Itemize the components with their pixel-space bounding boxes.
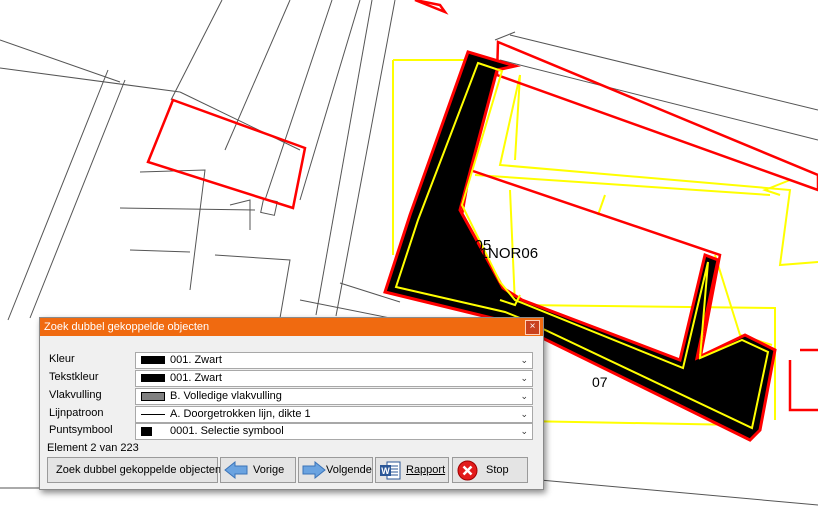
word-document-icon: W bbox=[380, 461, 401, 480]
arrow-right-icon bbox=[302, 461, 326, 479]
symbol-swatch bbox=[141, 427, 152, 436]
puntsymbool-value: 0001. Selectie symbool bbox=[170, 425, 284, 437]
previous-button[interactable]: Vorige bbox=[220, 457, 296, 483]
field-label-vlakvulling: Vlakvulling bbox=[49, 389, 102, 401]
chevron-down-icon: ⌄ bbox=[520, 391, 528, 401]
arrow-left-icon bbox=[224, 461, 248, 479]
field-label-lijnpatroon: Lijnpatroon bbox=[49, 407, 104, 419]
next-button[interactable]: Volgende bbox=[298, 457, 373, 483]
tekstkleur-value: 001. Zwart bbox=[170, 372, 222, 384]
field-label-kleur: Kleur bbox=[49, 353, 75, 365]
field-row-lijnpatroon: Lijnpatroon A. Doorgetrokken lijn, dikte… bbox=[49, 406, 533, 423]
search-duplicate-dialog: Zoek dubbel gekoppelde objecten × Kleur … bbox=[39, 317, 544, 490]
fill-swatch bbox=[141, 392, 165, 401]
chevron-down-icon: ⌄ bbox=[520, 355, 528, 365]
lijnpatroon-select[interactable]: A. Doorgetrokken lijn, dikte 1 ⌄ bbox=[135, 406, 533, 423]
status-text: Element 2 van 223 bbox=[47, 442, 139, 454]
next-label: Volgende bbox=[326, 464, 372, 476]
chevron-down-icon: ⌄ bbox=[520, 373, 528, 383]
report-button[interactable]: W Rapport bbox=[375, 457, 449, 483]
kleur-select[interactable]: 001. Zwart ⌄ bbox=[135, 352, 533, 369]
lijnpatroon-value: A. Doorgetrokken lijn, dikte 1 bbox=[170, 408, 311, 420]
chevron-down-icon: ⌄ bbox=[520, 426, 528, 436]
field-row-tekstkleur: Tekstkleur 001. Zwart ⌄ bbox=[49, 370, 533, 387]
map-label-07: 07 bbox=[592, 374, 608, 390]
puntsymbool-select[interactable]: 0001. Selectie symbool ⌄ bbox=[135, 423, 533, 440]
tekstkleur-select[interactable]: 001. Zwart ⌄ bbox=[135, 370, 533, 387]
map-label-701nor06: 701NOR06 bbox=[463, 245, 539, 262]
close-button[interactable]: × bbox=[525, 320, 540, 335]
vlakvulling-select[interactable]: B. Volledige vlakvulling ⌄ bbox=[135, 388, 533, 405]
vlakvulling-value: B. Volledige vlakvulling bbox=[170, 390, 282, 402]
stop-button[interactable]: Stop bbox=[452, 457, 528, 483]
stop-icon bbox=[457, 460, 478, 481]
kleur-value: 001. Zwart bbox=[170, 354, 222, 366]
dialog-title: Zoek dubbel gekoppelde objecten bbox=[44, 321, 210, 333]
field-row-kleur: Kleur 001. Zwart ⌄ bbox=[49, 352, 533, 369]
line-swatch bbox=[141, 414, 165, 415]
color-swatch bbox=[141, 356, 165, 364]
field-label-puntsymbool: Puntsymbool bbox=[49, 424, 113, 436]
dialog-titlebar[interactable]: Zoek dubbel gekoppelde objecten × bbox=[40, 318, 543, 336]
report-label: Rapport bbox=[406, 464, 446, 476]
field-row-vlakvulling: Vlakvulling B. Volledige vlakvulling ⌄ bbox=[49, 388, 533, 405]
search-duplicates-label: Zoek dubbel gekoppelde objecten bbox=[56, 464, 222, 476]
search-duplicates-button[interactable]: Zoek dubbel gekoppelde objecten bbox=[47, 457, 222, 483]
field-label-tekstkleur: Tekstkleur bbox=[49, 371, 99, 383]
field-row-puntsymbool: Puntsymbool 0001. Selectie symbool ⌄ bbox=[49, 423, 533, 440]
svg-text:W: W bbox=[381, 466, 390, 476]
previous-label: Vorige bbox=[253, 464, 285, 476]
color-swatch bbox=[141, 374, 165, 382]
chevron-down-icon: ⌄ bbox=[520, 409, 528, 419]
stop-label: Stop bbox=[486, 464, 509, 476]
